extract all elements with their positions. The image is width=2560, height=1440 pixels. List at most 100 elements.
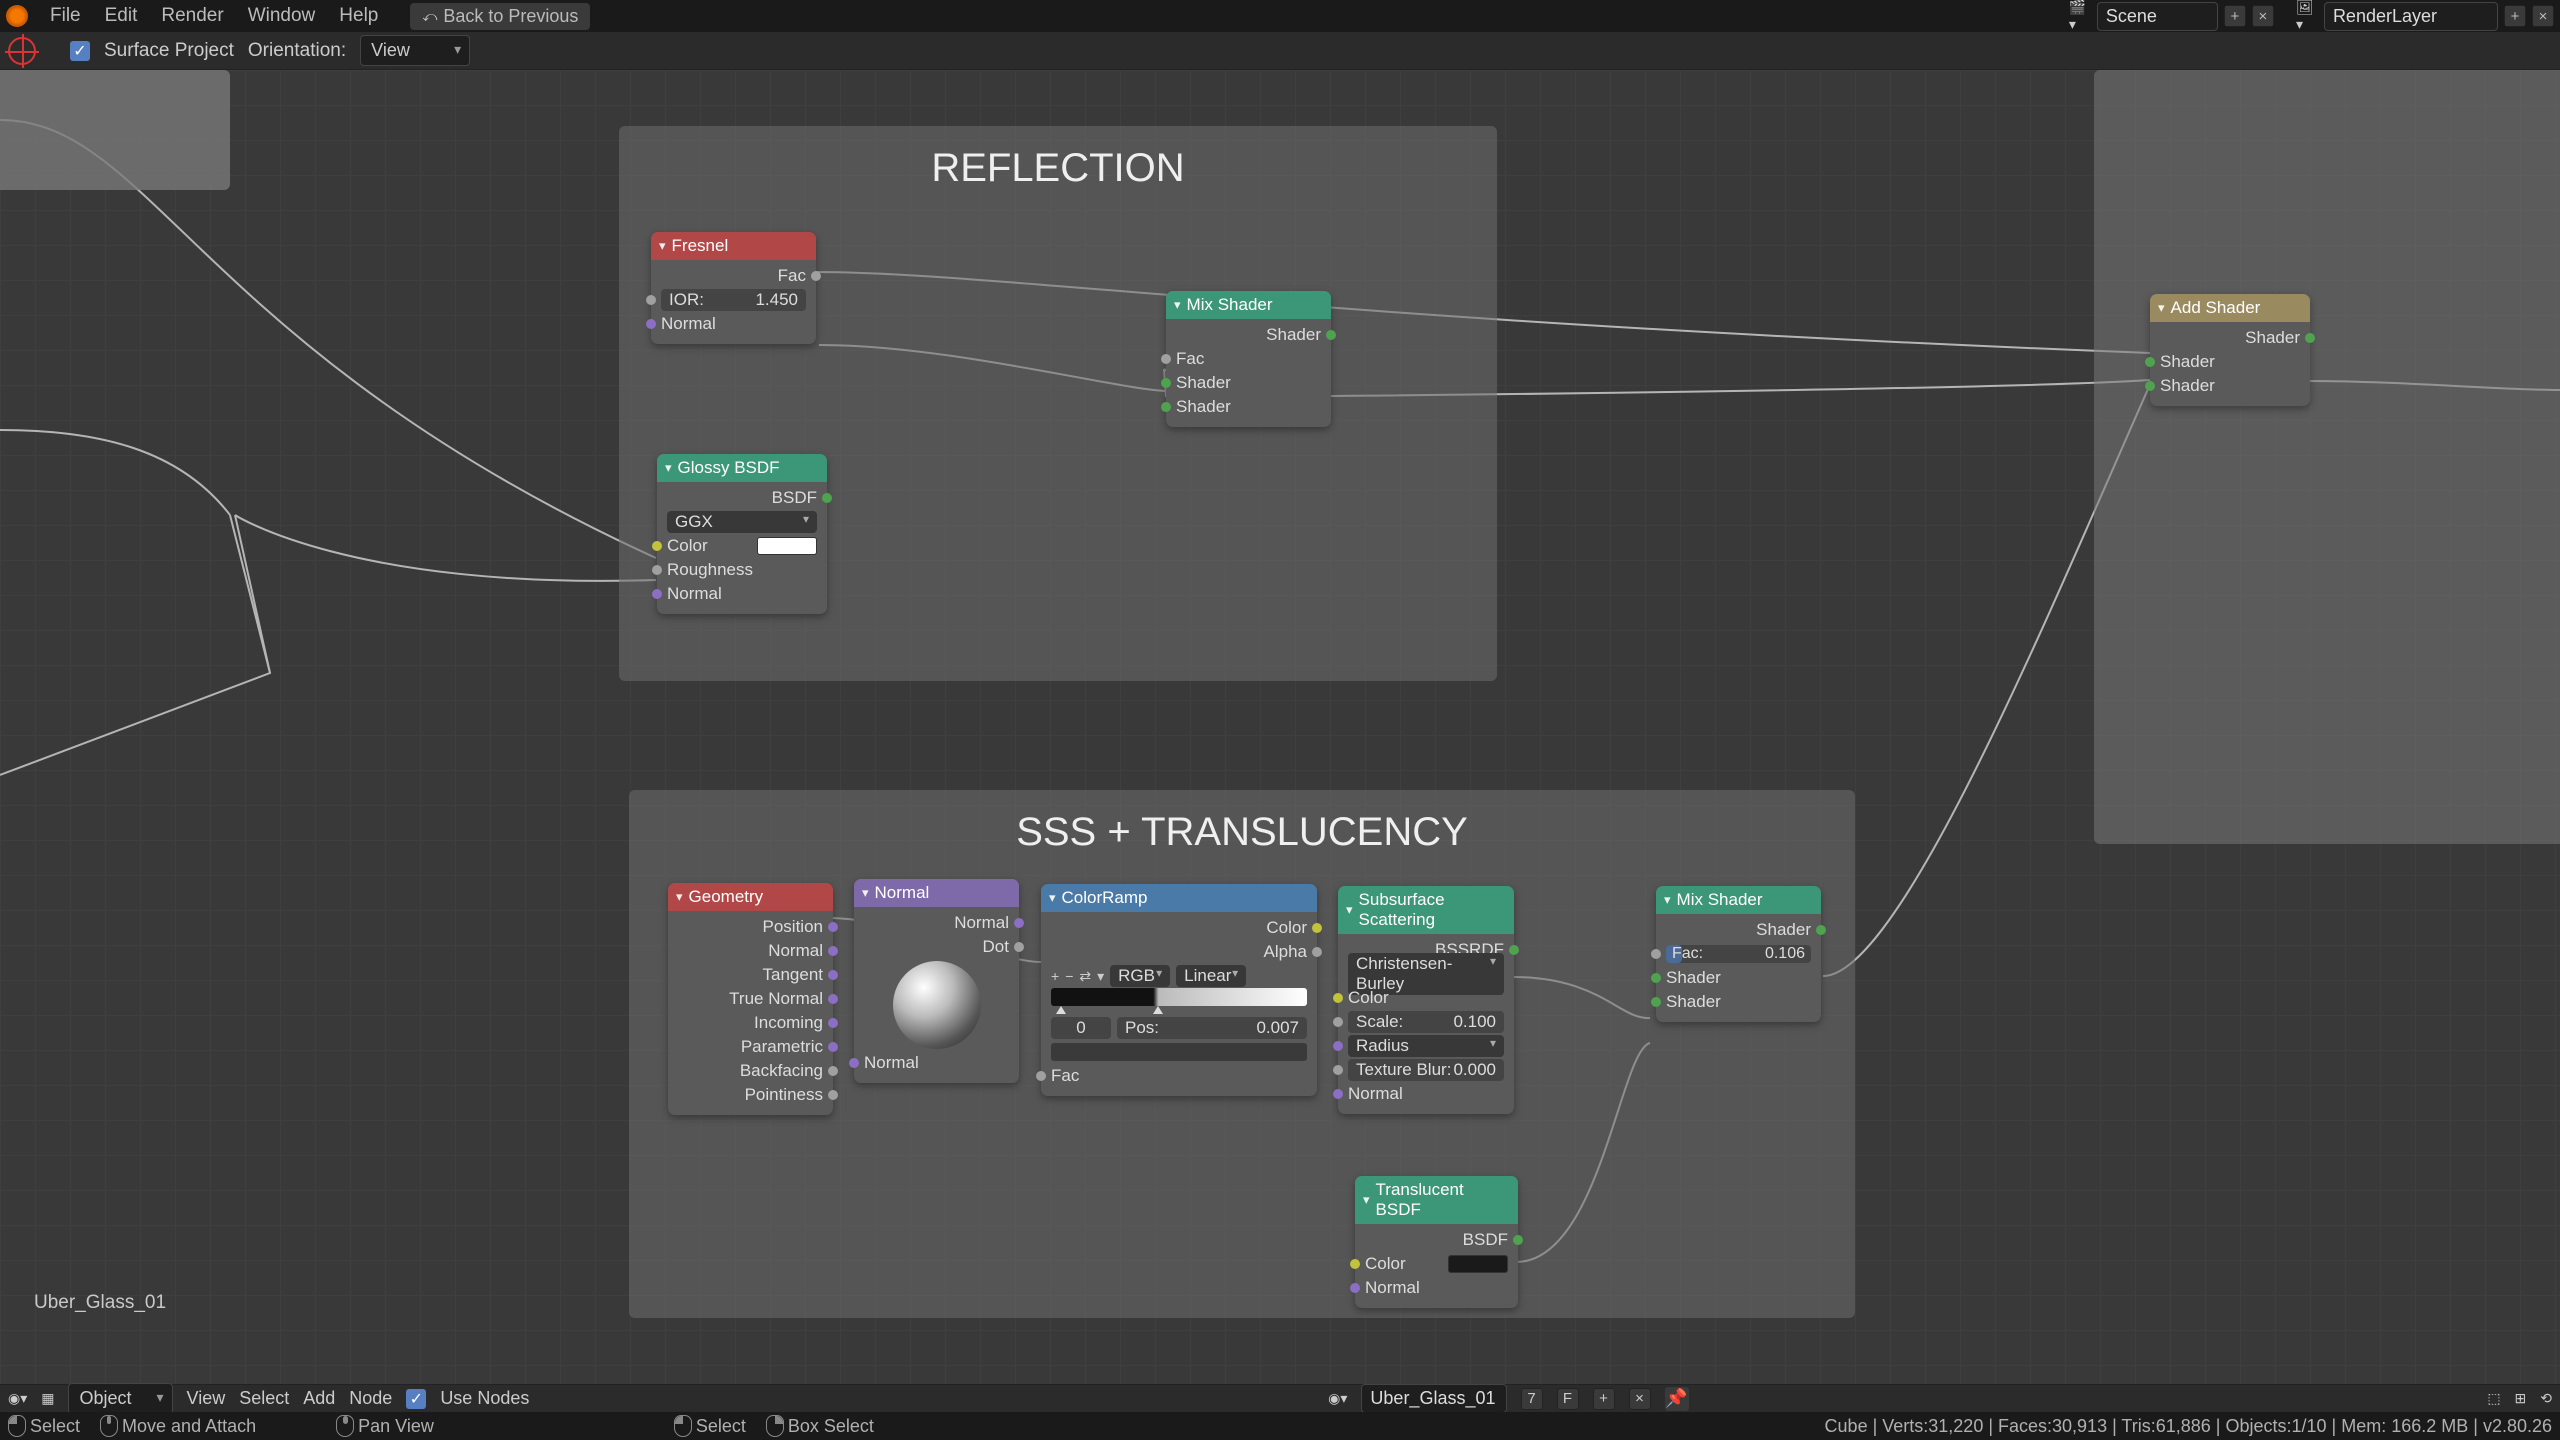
node-glossy-header[interactable]: Glossy BSDF (657, 454, 827, 482)
colorramp-color-swatch[interactable] (1051, 1043, 1307, 1061)
backdrop-button[interactable]: ⊞ (2515, 1390, 2527, 1407)
geometry-header[interactable]: Geometry (668, 883, 833, 911)
use-nodes-checkbox[interactable]: ✓ (406, 1389, 426, 1409)
node-colorramp[interactable]: ColorRamp Color Alpha + − ⇄ ▾ RGB Linear… (1041, 884, 1317, 1096)
normal-out-dot: Dot (983, 937, 1009, 957)
node-glossy-bsdf[interactable]: Glossy BSDF BSDF GGX Color Roughness Nor… (657, 454, 827, 614)
menu-edit[interactable]: Edit (93, 1, 150, 31)
frame-reflection-title: REFLECTION (649, 146, 1467, 191)
node-translucent-bsdf[interactable]: Translucent BSDF BSDF Color Normal (1355, 1176, 1518, 1308)
cursor-icon[interactable] (8, 37, 36, 65)
colorramp-mode-dropdown[interactable]: RGB (1110, 965, 1170, 987)
status-select: Select (30, 1416, 80, 1437)
node-editor-canvas[interactable]: REFLECTION Fresnel Fac IOR:1.450 Normal … (0, 70, 2560, 1384)
footer-menu-add[interactable]: Add (303, 1388, 335, 1409)
renderlayer-icon[interactable]: 🖼▾ (2296, 0, 2318, 33)
mix1-input-shader1: Shader (1176, 373, 1231, 393)
glossy-distribution-dropdown[interactable]: GGX (667, 511, 817, 533)
material-unlink-button[interactable]: × (1629, 1388, 1651, 1410)
glossy-color-swatch[interactable] (757, 537, 817, 555)
frame-sss-title: SSS + TRANSLUCENCY (659, 810, 1825, 855)
editor-type-icon[interactable]: ◉▾ (8, 1390, 27, 1407)
node-editor-header: ◉▾ ▦ Object View Select Add Node ✓ Use N… (0, 1384, 2560, 1412)
sss-header[interactable]: Subsurface Scattering (1338, 886, 1514, 934)
mix2-input-shader2: Shader (1666, 992, 1721, 1012)
normal-header[interactable]: Normal (854, 879, 1019, 907)
material-pin-button[interactable]: 📌 (1665, 1387, 1689, 1411)
colorramp-pos-field[interactable]: Pos:0.007 (1117, 1017, 1307, 1039)
blender-logo-icon (6, 5, 28, 27)
geo-out-truenormal: True Normal (729, 989, 823, 1009)
material-new-button[interactable]: + (1593, 1388, 1615, 1410)
colorramp-remove-stop-icon[interactable]: − (1065, 968, 1073, 984)
scene-browse-icon[interactable]: 🎬▾ (2069, 0, 2091, 33)
back-to-previous-button[interactable]: ⤺Back to Previous (410, 3, 590, 30)
colorramp-gradient[interactable] (1051, 988, 1307, 1006)
status-bar: Select Move and Attach Pan View Select B… (0, 1412, 2560, 1440)
material-fakeuser-button[interactable]: F (1557, 1388, 1579, 1410)
snap-button[interactable]: ⬚ (2487, 1390, 2500, 1407)
status-select2: Select (696, 1416, 746, 1437)
mode-icon[interactable]: ▦ (41, 1390, 54, 1407)
colorramp-tools-icon[interactable]: ⇄ (1079, 968, 1091, 985)
node-mix-shader-2[interactable]: Mix Shader Shader Fac:0.106 Shader Shade… (1656, 886, 1821, 1022)
colorramp-add-stop-icon[interactable]: + (1051, 968, 1059, 984)
node-subsurface-scattering[interactable]: Subsurface Scattering BSSRDF Christensen… (1338, 886, 1514, 1114)
mix2-fac-slider[interactable]: Fac:0.106 (1666, 945, 1811, 963)
colorramp-in-fac: Fac (1051, 1066, 1079, 1086)
sss-scale-field[interactable]: Scale:0.100 (1348, 1011, 1504, 1033)
surface-project-checkbox[interactable]: ✓ (70, 41, 90, 61)
node-add-shader[interactable]: Add Shader Shader Shader Shader (2150, 294, 2310, 406)
scene-name-field[interactable]: Scene (2097, 2, 2218, 31)
renderlayer-delete-button[interactable]: × (2532, 5, 2554, 27)
colorramp-interp-dropdown[interactable]: Linear (1176, 965, 1246, 987)
node-mix-shader-1[interactable]: Mix Shader Shader Fac Shader Shader (1166, 291, 1331, 427)
scene-new-button[interactable]: + (2224, 5, 2246, 27)
menu-file[interactable]: File (38, 1, 93, 31)
mouse-middle-icon (100, 1415, 118, 1437)
node-geometry[interactable]: Geometry Position Normal Tangent True No… (668, 883, 833, 1115)
add-shader-header[interactable]: Add Shader (2150, 294, 2310, 322)
scene-delete-button[interactable]: × (2252, 5, 2274, 27)
translucent-header[interactable]: Translucent BSDF (1355, 1176, 1518, 1224)
normal-direction-widget[interactable] (893, 961, 981, 1049)
orientation-dropdown[interactable]: View (360, 35, 470, 66)
sss-radius-dropdown[interactable]: Radius (1348, 1035, 1504, 1057)
sss-blur-field[interactable]: Texture Blur:0.000 (1348, 1059, 1504, 1081)
normal-out-normal: Normal (954, 913, 1009, 933)
node-normal[interactable]: Normal Normal Dot Normal (854, 879, 1019, 1083)
geo-out-incoming: Incoming (754, 1013, 823, 1033)
orientation-label: Orientation: (248, 40, 346, 62)
menu-help[interactable]: Help (327, 1, 390, 31)
mix2-header[interactable]: Mix Shader (1656, 886, 1821, 914)
mix2-input-shader1: Shader (1666, 968, 1721, 988)
object-mode-dropdown[interactable]: Object (68, 1383, 172, 1414)
fresnel-ior-field[interactable]: IOR:1.450 (661, 289, 806, 311)
translucent-color-swatch[interactable] (1448, 1255, 1508, 1273)
node-fresnel[interactable]: Fresnel Fac IOR:1.450 Normal (651, 232, 816, 344)
colorramp-header[interactable]: ColorRamp (1041, 884, 1317, 912)
autoupdate-button[interactable]: ⟲ (2540, 1390, 2552, 1407)
node-fresnel-header[interactable]: Fresnel (651, 232, 816, 260)
normal-in-normal: Normal (864, 1053, 919, 1073)
surface-project-label: Surface Project (104, 40, 234, 62)
renderlayer-new-button[interactable]: + (2504, 5, 2526, 27)
status-pan: Pan View (358, 1416, 434, 1437)
footer-menu-view[interactable]: View (187, 1388, 226, 1409)
mouse-middle-icon-2 (336, 1415, 354, 1437)
mix1-header[interactable]: Mix Shader (1166, 291, 1331, 319)
colorramp-dropdown-icon[interactable]: ▾ (1097, 968, 1104, 985)
material-name-field[interactable]: Uber_Glass_01 (1361, 1384, 1506, 1413)
active-material-label: Uber_Glass_01 (34, 1292, 166, 1314)
geo-out-normal: Normal (768, 941, 823, 961)
material-users-count[interactable]: 7 (1521, 1388, 1543, 1410)
status-box: Box Select (788, 1416, 874, 1437)
material-browse-icon[interactable]: ◉▾ (1328, 1390, 1347, 1407)
colorramp-index-field[interactable]: 0 (1051, 1017, 1111, 1039)
menu-render[interactable]: Render (149, 1, 235, 31)
footer-menu-node[interactable]: Node (349, 1388, 392, 1409)
footer-menu-select[interactable]: Select (239, 1388, 289, 1409)
menu-window[interactable]: Window (236, 1, 328, 31)
render-layer-field[interactable]: RenderLayer (2324, 2, 2498, 31)
fresnel-output-fac: Fac (778, 266, 806, 286)
